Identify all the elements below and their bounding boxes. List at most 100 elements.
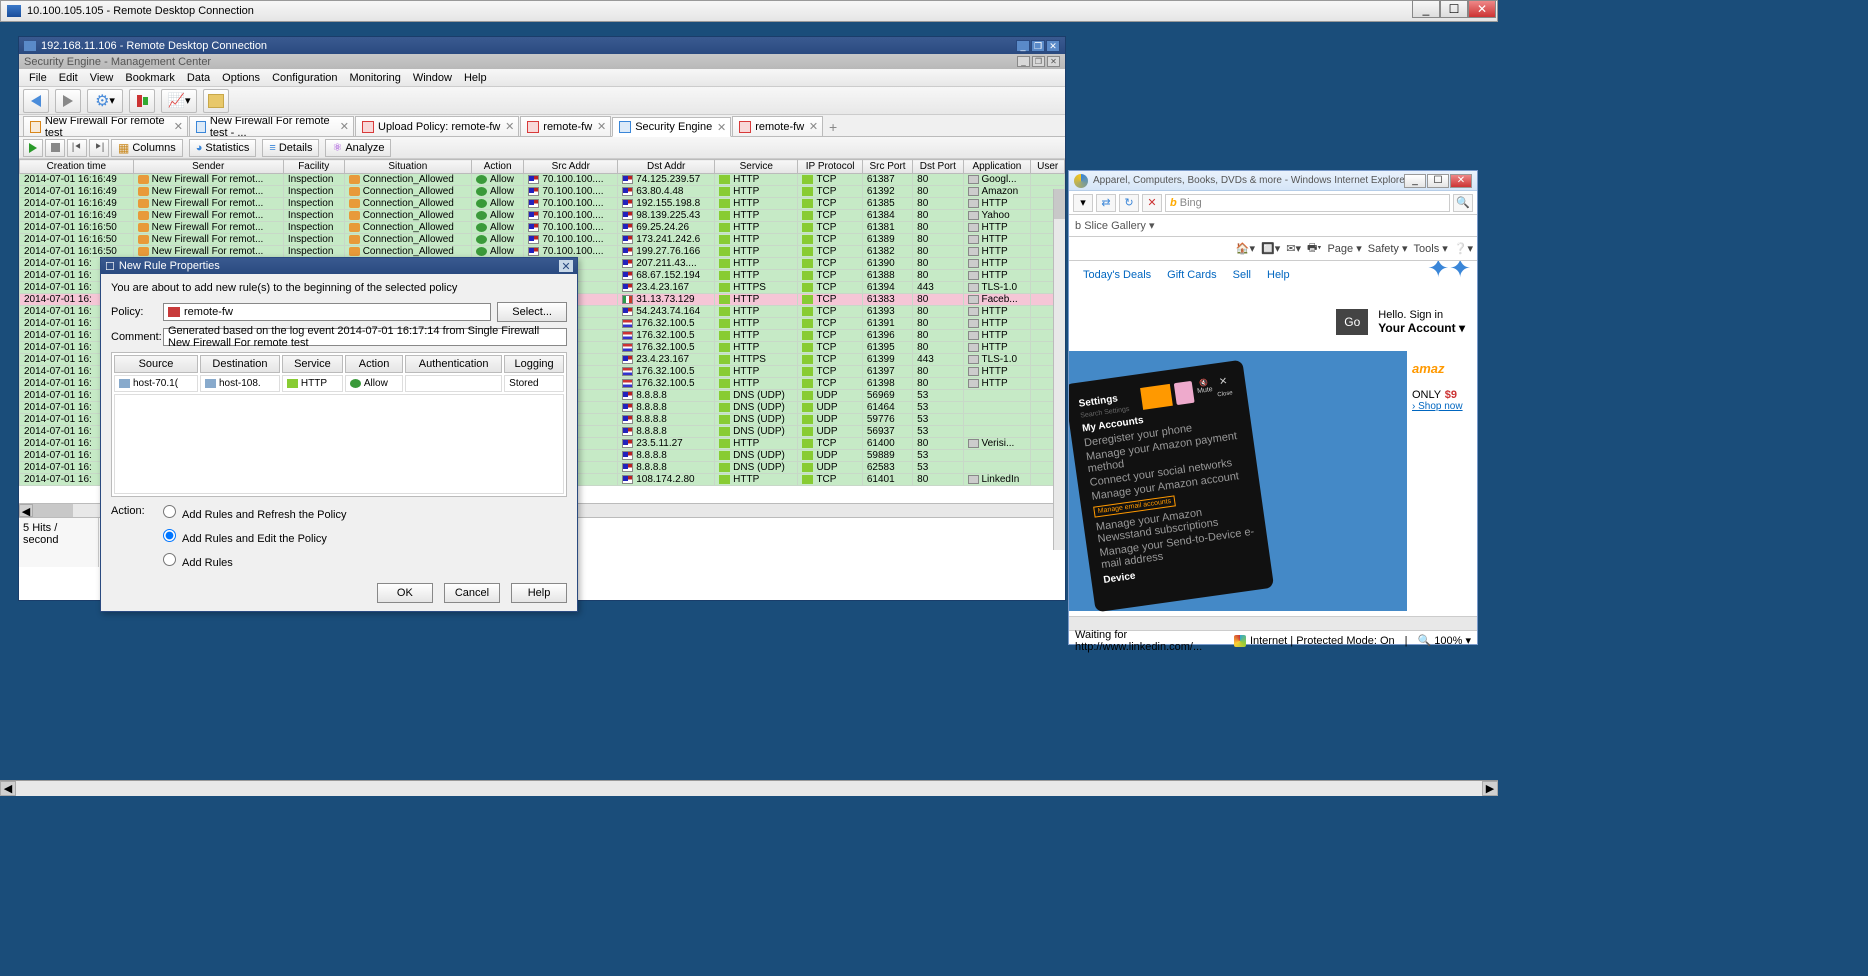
account-link[interactable]: Hello. Sign in Your Account ▾: [1378, 309, 1465, 335]
minimize-button[interactable]: _: [1404, 174, 1426, 188]
log-row[interactable]: 2014-07-01 16:16:49New Firewall For remo…: [20, 198, 1065, 210]
forward-button[interactable]: [55, 89, 81, 113]
notes-button[interactable]: [203, 89, 229, 113]
tab-close[interactable]: ✕: [340, 120, 349, 133]
col-src-port[interactable]: Src Port: [862, 160, 912, 174]
menu-configuration[interactable]: Configuration: [266, 70, 343, 86]
col-ip-protocol[interactable]: IP Protocol: [798, 160, 862, 174]
close-button[interactable]: ✕: [1046, 40, 1060, 52]
tab-3[interactable]: remote-fw✕: [520, 116, 611, 136]
menu-data[interactable]: Data: [181, 70, 216, 86]
maximize-button[interactable]: ☐: [1427, 174, 1449, 188]
col-dst-port[interactable]: Dst Port: [913, 160, 963, 174]
tab-0[interactable]: New Firewall For remote test✕: [23, 116, 188, 136]
menu-help[interactable]: Help: [458, 70, 493, 86]
favorites-link[interactable]: b Slice Gallery ▾: [1075, 219, 1155, 232]
print-icon[interactable]: 🖶▾: [1307, 239, 1321, 258]
col-facility[interactable]: Facility: [283, 160, 344, 174]
nav-deals[interactable]: Today's Deals: [1083, 269, 1151, 281]
close-button[interactable]: ✕: [1450, 174, 1472, 188]
minimize-button[interactable]: _: [1016, 40, 1030, 52]
log-row[interactable]: 2014-07-01 16:16:50New Firewall For remo…: [20, 246, 1065, 258]
minimize-button[interactable]: _: [1412, 0, 1440, 18]
nav-help[interactable]: Help: [1267, 269, 1290, 281]
ok-button[interactable]: OK: [377, 583, 433, 603]
ie-stop[interactable]: ✕: [1142, 194, 1162, 212]
settings-button[interactable]: ⚙▾: [87, 89, 123, 113]
col-user[interactable]: User: [1031, 160, 1065, 174]
ie-search-button[interactable]: 🔍: [1453, 194, 1473, 212]
menu-file[interactable]: File: [23, 70, 53, 86]
minimize-button[interactable]: _: [1017, 56, 1030, 67]
go-button[interactable]: Go: [1336, 309, 1368, 335]
new-tab-button[interactable]: +: [824, 118, 842, 136]
ie-dropdown[interactable]: ▾: [1073, 194, 1093, 212]
nav-sell[interactable]: Sell: [1233, 269, 1251, 281]
restore-button[interactable]: ❐: [1031, 40, 1045, 52]
radio-add[interactable]: [163, 553, 176, 566]
log-row[interactable]: 2014-07-01 16:16:49New Firewall For remo…: [20, 186, 1065, 198]
outer-hscroll[interactable]: ◀ ▶: [0, 780, 1498, 796]
help-button[interactable]: Help: [511, 583, 567, 603]
col-src-addr[interactable]: Src Addr: [524, 160, 618, 174]
tab-close[interactable]: ✕: [717, 121, 726, 134]
col-application[interactable]: Application: [963, 160, 1031, 174]
radio-edit[interactable]: [163, 529, 176, 542]
columns-button[interactable]: ▦Columns: [111, 139, 183, 157]
shop-now-link[interactable]: › Shop now: [1412, 401, 1472, 412]
stop-button[interactable]: [45, 139, 65, 157]
home-icon[interactable]: 🏠▾: [1236, 242, 1255, 255]
ie-titlebar[interactable]: Apparel, Computers, Books, DVDs & more -…: [1069, 171, 1477, 191]
help-icon[interactable]: ❔▾: [1454, 242, 1473, 255]
col-service[interactable]: Service: [715, 160, 798, 174]
mail-icon[interactable]: ✉▾: [1286, 242, 1301, 255]
statistics-button[interactable]: ◕Statistics: [189, 139, 257, 157]
tab-close[interactable]: ✕: [505, 120, 514, 133]
col-creation-time[interactable]: Creation time: [20, 160, 134, 174]
ie-compat[interactable]: ⇄: [1096, 194, 1116, 212]
menu-edit[interactable]: Edit: [53, 70, 84, 86]
ie-search-box[interactable]: bBing: [1165, 194, 1450, 212]
tab-close[interactable]: ✕: [809, 120, 818, 133]
menu-monitoring[interactable]: Monitoring: [344, 70, 407, 86]
analyze-button[interactable]: ⚛Analyze: [325, 139, 391, 157]
page-menu[interactable]: Page ▾: [1327, 242, 1361, 255]
tab-2[interactable]: Upload Policy: remote-fw✕: [355, 116, 519, 136]
status-button[interactable]: [129, 89, 155, 113]
menu-view[interactable]: View: [84, 70, 120, 86]
play-button[interactable]: [23, 139, 43, 157]
log-row[interactable]: 2014-07-01 16:16:50New Firewall For remo…: [20, 222, 1065, 234]
safety-menu[interactable]: Safety ▾: [1368, 242, 1408, 255]
zoom-control[interactable]: 🔍 100% ▾: [1418, 634, 1471, 647]
ie-refresh[interactable]: ↻: [1119, 194, 1139, 212]
back-button[interactable]: [23, 89, 49, 113]
col-action[interactable]: Action: [472, 160, 524, 174]
log-row[interactable]: 2014-07-01 16:16:49New Firewall For remo…: [20, 174, 1065, 186]
log-row[interactable]: 2014-07-01 16:16:49New Firewall For remo…: [20, 210, 1065, 222]
cancel-button[interactable]: Cancel: [444, 583, 500, 603]
tab-close[interactable]: ✕: [597, 120, 606, 133]
close-button[interactable]: ✕: [1047, 56, 1060, 67]
col-sender[interactable]: Sender: [133, 160, 283, 174]
tab-5[interactable]: remote-fw✕: [732, 116, 823, 136]
select-button[interactable]: Select...: [497, 302, 567, 322]
chart-button[interactable]: 📈▾: [161, 89, 197, 113]
tab-4[interactable]: Security Engine✕: [612, 117, 731, 137]
maximize-button[interactable]: ☐: [1440, 0, 1468, 18]
first-button[interactable]: |⯇: [67, 139, 87, 157]
vscroll[interactable]: [1053, 189, 1065, 550]
close-button[interactable]: ✕: [1468, 0, 1496, 18]
next-button[interactable]: ⯈|: [89, 139, 109, 157]
restore-button[interactable]: ❐: [1032, 56, 1045, 67]
policy-field[interactable]: remote-fw: [163, 303, 491, 321]
tab-1[interactable]: New Firewall For remote test - ...✕: [189, 116, 354, 136]
col-situation[interactable]: Situation: [344, 160, 471, 174]
radio-refresh[interactable]: [163, 505, 176, 518]
comment-field[interactable]: Generated based on the log event 2014-07…: [163, 328, 567, 346]
col-dst-addr[interactable]: Dst Addr: [618, 160, 715, 174]
feeds-icon[interactable]: 🔲▾: [1261, 242, 1280, 255]
nav-giftcards[interactable]: Gift Cards: [1167, 269, 1217, 281]
dialog-close-button[interactable]: ✕: [559, 260, 573, 272]
menu-window[interactable]: Window: [407, 70, 458, 86]
dialog-titlebar[interactable]: ☐ New Rule Properties ✕: [101, 258, 577, 274]
